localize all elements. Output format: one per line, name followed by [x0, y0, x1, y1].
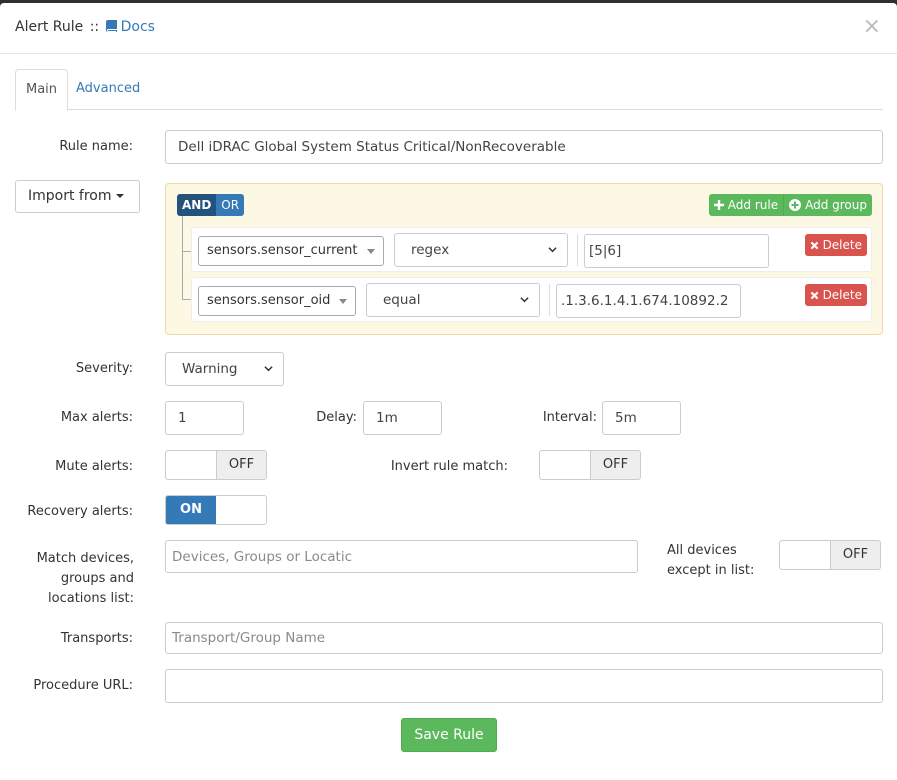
severity-label: Severity:: [75, 361, 133, 376]
mute-alerts-toggle[interactable]: OFF: [165, 450, 267, 480]
chevron-down-icon: [520, 297, 529, 303]
rule-value-input[interactable]: [5|6]: [584, 234, 769, 268]
interval-input[interactable]: 5m: [602, 401, 681, 435]
match-devices-label-line: locations list:: [48, 591, 134, 606]
import-from-button[interactable]: Import from: [15, 180, 140, 213]
rule-builder: AND OR Add rule Add group sensors.sensor…: [165, 183, 883, 335]
add-group-button[interactable]: Add group: [783, 194, 872, 216]
caret-down-icon: [367, 249, 375, 254]
invert-rule-toggle[interactable]: OFF: [539, 450, 641, 480]
rule-operator-value: equal: [383, 292, 421, 308]
delete-rule-button[interactable]: Delete: [804, 234, 867, 256]
match-devices-label-line: groups and: [60, 571, 134, 586]
close-icon[interactable]: ×: [863, 16, 881, 38]
rule-operator-select[interactable]: regex: [394, 233, 568, 267]
remove-icon: [810, 291, 818, 299]
add-rule-label: Add rule: [727, 198, 779, 212]
add-group-label: Add group: [805, 198, 867, 212]
procedure-url-label: Procedure URL:: [33, 678, 133, 693]
invert-rule-label: Invert rule match:: [390, 459, 508, 474]
docs-link[interactable]: Docs: [105, 19, 155, 35]
procedure-url-input[interactable]: [165, 669, 883, 703]
transports-label: Transports:: [60, 631, 133, 646]
plus-icon: [713, 200, 724, 210]
toggle-on-label: ON: [166, 496, 216, 524]
tree-line: [182, 216, 183, 299]
rule-row: sensors.sensor_current regex [5|6] Delet…: [191, 227, 872, 272]
rule-field-value: sensors.sensor_oid: [207, 293, 331, 308]
add-buttons: Add rule Add group: [708, 194, 872, 216]
tab-bar: Main Advanced: [15, 69, 883, 111]
chevron-down-icon: [548, 247, 557, 253]
toggle-off-label: OFF: [830, 541, 880, 569]
recovery-alerts-label: Recovery alerts:: [27, 504, 133, 519]
delay-label: Delay:: [316, 410, 357, 425]
max-alerts-label: Max alerts:: [60, 410, 133, 425]
caret-down-icon: [115, 194, 124, 198]
severity-value: Warning: [182, 361, 238, 377]
rule-field-select[interactable]: sensors.sensor_oid: [198, 286, 356, 316]
delete-rule-label: Delete: [822, 238, 862, 252]
plus-circle-icon: [789, 199, 802, 211]
modal-header: Alert Rule :: Docs ×: [0, 3, 897, 54]
divider: [549, 284, 550, 316]
remove-icon: [810, 241, 818, 249]
toggle-off-label: OFF: [590, 451, 640, 479]
mute-alerts-label: Mute alerts:: [55, 459, 133, 474]
match-devices-input[interactable]: Devices, Groups or Locatic: [165, 540, 638, 573]
rule-row: sensors.sensor_oid equal .1.3.6.1.4.1.67…: [191, 277, 872, 322]
toggle-off-label: OFF: [216, 451, 266, 479]
or-button[interactable]: OR: [216, 194, 245, 216]
import-from-label: Import from: [28, 188, 112, 204]
rule-field-select[interactable]: sensors.sensor_current: [198, 236, 384, 266]
chevron-down-icon: [264, 366, 273, 372]
all-devices-label: All devices except in list:: [648, 541, 758, 581]
docs-link-label: Docs: [120, 19, 155, 35]
tab-main[interactable]: Main: [15, 69, 69, 111]
interval-label: Interval:: [542, 410, 597, 425]
save-rule-button[interactable]: Save Rule: [401, 718, 497, 752]
and-button[interactable]: AND: [177, 194, 217, 216]
rule-name-label: Rule name:: [59, 139, 133, 154]
rule-name-input[interactable]: Dell iDRAC Global System Status Critical…: [165, 130, 883, 164]
add-rule-button[interactable]: Add rule: [708, 194, 784, 216]
and-or-toggle: AND OR: [177, 194, 245, 216]
modal-title-text: Alert Rule: [15, 19, 84, 35]
caret-down-icon: [339, 299, 347, 304]
match-devices-label: Match devices, groups and locations list…: [20, 549, 134, 609]
book-icon: [105, 20, 117, 32]
all-devices-label-line: All devices: [667, 543, 737, 558]
rule-operator-select[interactable]: equal: [366, 283, 540, 317]
delete-rule-label: Delete: [822, 288, 862, 302]
rule-field-value: sensors.sensor_current: [207, 243, 358, 258]
severity-select[interactable]: Warning: [165, 352, 284, 386]
alert-rule-modal: Alert Rule :: Docs × Main Advanced Rule …: [0, 3, 897, 780]
rule-value-input[interactable]: .1.3.6.1.4.1.674.10892.2: [556, 284, 741, 318]
max-alerts-input[interactable]: 1: [165, 401, 244, 435]
all-devices-label-line: except in list:: [667, 563, 755, 578]
delete-rule-button[interactable]: Delete: [804, 284, 867, 306]
delay-input[interactable]: 1m: [363, 401, 442, 435]
match-devices-label-line: Match devices,: [36, 551, 134, 566]
divider: [577, 234, 578, 266]
recovery-alerts-toggle[interactable]: ON: [165, 495, 267, 525]
tab-advanced[interactable]: Advanced: [67, 69, 149, 110]
transports-input[interactable]: Transport/Group Name: [165, 622, 883, 654]
all-devices-toggle[interactable]: OFF: [779, 540, 881, 570]
modal-title: Alert Rule :: Docs: [15, 19, 155, 35]
rule-operator-value: regex: [411, 242, 450, 258]
title-separator: ::: [89, 19, 100, 35]
